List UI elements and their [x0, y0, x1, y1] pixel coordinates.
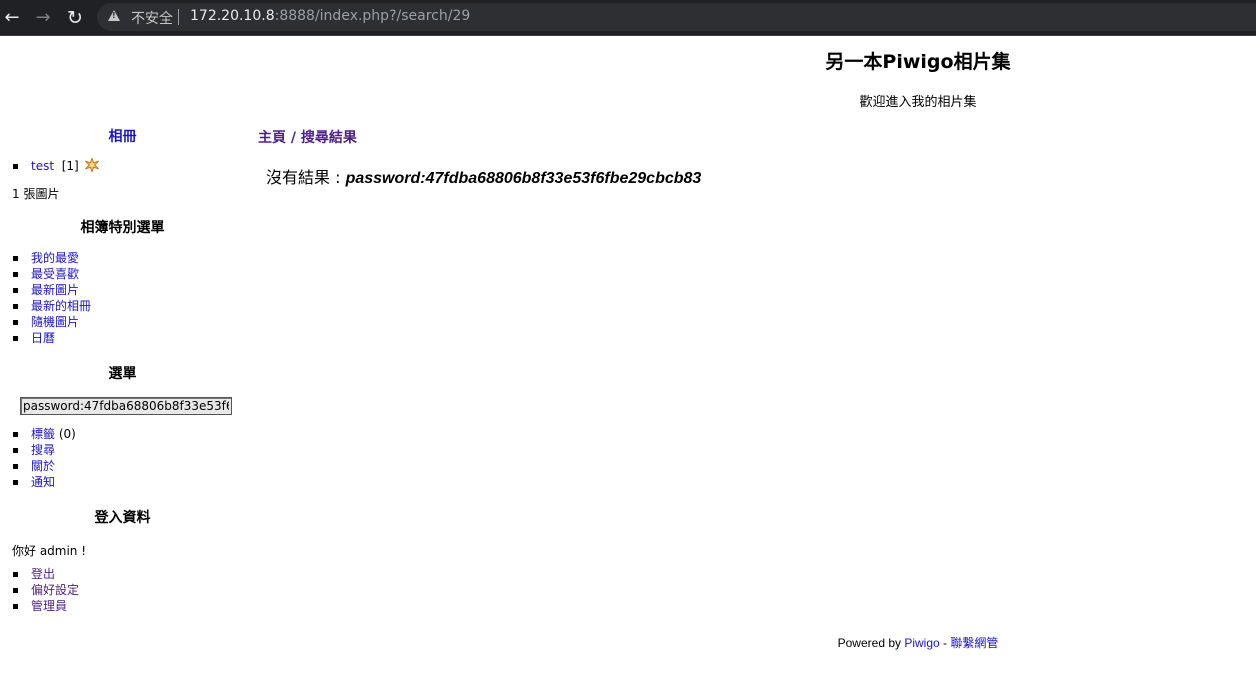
- albums-title-link[interactable]: 相冊: [109, 129, 137, 145]
- special-item-favorites: 我的最愛: [12, 250, 91, 266]
- piwigo-link[interactable]: Piwigo: [904, 636, 939, 650]
- special-item-random: 隨機圖片: [12, 314, 91, 330]
- url-host: 172.20.10.8: [190, 8, 275, 24]
- search-link[interactable]: 搜尋: [31, 443, 55, 457]
- reload-icon[interactable]: ↻: [63, 6, 87, 30]
- search-query: password:47fdba68806b8f33e53f6fbe29cbcb8…: [345, 170, 702, 187]
- about-link[interactable]: 關於: [31, 459, 55, 473]
- site-subtitle: 歡迎進入我的相片集: [859, 95, 977, 110]
- favorites-link[interactable]: 我的最愛: [31, 251, 79, 265]
- random-photos-link[interactable]: 隨機圖片: [31, 315, 79, 329]
- menu-item-about: 關於: [12, 458, 76, 474]
- albums-list: test [1]: [12, 158, 99, 174]
- browser-toolbar: ← → ↻ 不安全 172.20.10.8:8888/index.php?/se…: [0, 0, 1256, 36]
- menu-item-notification: 通知: [12, 474, 76, 490]
- menu-item-tags: 標籤 (0): [12, 426, 76, 442]
- warning-icon[interactable]: [108, 10, 120, 21]
- contact-webmaster-link[interactable]: 聯繫網管: [950, 636, 998, 650]
- special-item-recent-photos: 最新圖片: [12, 282, 91, 298]
- preferences-link[interactable]: 偏好設定: [31, 583, 79, 597]
- albums-title: 相冊: [10, 126, 235, 146]
- photo-count: 1 張圖片: [12, 187, 60, 201]
- breadcrumb: 主頁 / 搜尋結果: [258, 127, 357, 147]
- account-item-admin: 管理員: [12, 598, 79, 614]
- account-item-preferences: 偏好設定: [12, 582, 79, 598]
- recent-albums-link[interactable]: 最新的相冊: [31, 299, 91, 313]
- address-bar[interactable]: 不安全 172.20.10.8:8888/index.php?/search/2…: [97, 3, 1256, 31]
- back-arrow-icon[interactable]: ←: [0, 6, 24, 30]
- most-liked-link[interactable]: 最受喜歡: [31, 267, 79, 281]
- powered-by-text: Powered by: [837, 636, 905, 650]
- logout-link[interactable]: 登出: [31, 567, 55, 581]
- no-results-label: 沒有結果 :: [266, 168, 346, 187]
- quick-search-input[interactable]: [20, 397, 232, 415]
- identification-title: 登入資料: [94, 510, 151, 526]
- footer-dash: -: [939, 636, 951, 650]
- account-item-logout: 登出: [12, 566, 79, 582]
- album-count: [1]: [61, 159, 79, 173]
- notification-link[interactable]: 通知: [31, 475, 55, 489]
- breadcrumb-home-link[interactable]: 主頁: [258, 130, 286, 146]
- url-path: :8888/index.php?/search/29: [274, 8, 471, 24]
- breadcrumb-current-link[interactable]: 搜尋結果: [301, 130, 357, 146]
- insecure-label[interactable]: 不安全: [131, 8, 173, 28]
- special-item-most-liked: 最受喜歡: [12, 266, 91, 282]
- recent-photos-link[interactable]: 最新圖片: [31, 283, 79, 297]
- greeting-text: 你好 admin !: [12, 544, 87, 558]
- menu-list: 標籤 (0) 搜尋 關於 通知: [12, 426, 76, 490]
- album-item-test: test [1]: [12, 158, 99, 174]
- url-text[interactable]: 172.20.10.8:8888/index.php?/search/29: [190, 8, 470, 24]
- breadcrumb-separator: /: [286, 130, 301, 146]
- specials-title: 相簿特別選單: [80, 220, 165, 236]
- new-star-icon: [84, 158, 99, 172]
- no-results-message: 沒有結果 : password:47fdba68806b8f33e53f6fbe…: [266, 164, 701, 188]
- special-item-recent-albums: 最新的相冊: [12, 298, 91, 314]
- site-title: 另一本Piwigo相片集: [825, 51, 1011, 73]
- tags-link[interactable]: 標籤: [31, 427, 55, 441]
- menu-title: 選單: [108, 366, 137, 382]
- calendar-link[interactable]: 日曆: [31, 331, 55, 345]
- forward-arrow-icon[interactable]: →: [31, 6, 55, 30]
- special-item-calendar: 日曆: [12, 330, 91, 346]
- footer: Powered by Piwigo - 聯繫網管: [580, 634, 1256, 651]
- admin-link[interactable]: 管理員: [31, 599, 67, 613]
- tags-count: (0): [55, 427, 76, 441]
- url-divider: [178, 9, 179, 25]
- album-link[interactable]: test: [31, 159, 54, 173]
- specials-list: 我的最愛 最受喜歡 最新圖片 最新的相冊 隨機圖片 日曆: [12, 250, 91, 346]
- menu-item-search: 搜尋: [12, 442, 76, 458]
- account-list: 登出 偏好設定 管理員: [12, 566, 79, 614]
